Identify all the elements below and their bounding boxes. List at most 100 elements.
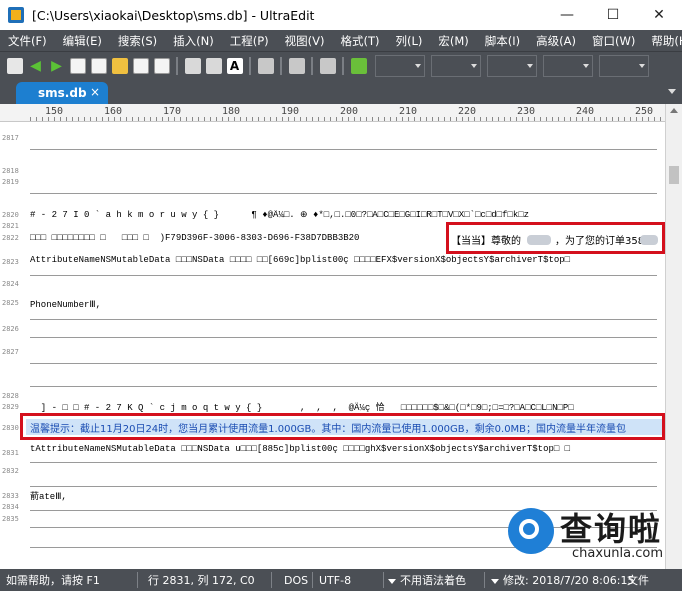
ultraedit-app-icon [8, 7, 24, 23]
watermark-domain: chaxunla.com [572, 546, 663, 561]
print-preview-icon[interactable] [205, 58, 222, 74]
toolbar-dropdown-4[interactable] [543, 55, 593, 77]
ruler-tick [342, 117, 343, 121]
ruler-tick [450, 117, 451, 121]
ruler-tick [510, 117, 511, 121]
ruler-tick [642, 117, 643, 121]
status-line-ending[interactable]: DOS [272, 574, 312, 587]
toolbar-dropdown-3[interactable] [487, 55, 537, 77]
ruler-label: 240 [576, 106, 595, 117]
ruler-tick [474, 117, 475, 121]
toolbar-dropdown-2[interactable] [431, 55, 481, 77]
new-file-icon[interactable] [69, 58, 86, 74]
tab-close-icon[interactable]: × [90, 85, 100, 99]
line-number: 2833 [2, 492, 19, 500]
save-all-icon[interactable] [153, 58, 170, 74]
ruler-tick [96, 117, 97, 121]
menu-edit[interactable]: 编辑(E) [55, 33, 110, 49]
menu-window[interactable]: 窗口(W) [584, 33, 643, 49]
save-file-icon[interactable] [132, 58, 149, 74]
watermark-text: 查询啦 [560, 510, 663, 548]
menu-advanced[interactable]: 高级(A) [528, 33, 584, 49]
line-number: 2821 [2, 222, 19, 230]
ruler-tick [60, 117, 61, 121]
toolbar-dropdown-5[interactable] [599, 55, 649, 77]
menu-project[interactable]: 工程(P) [222, 33, 277, 49]
ruler-tick [648, 117, 649, 121]
highlight-box-data-usage-sms [20, 413, 665, 440]
ruler-label: 150 [45, 106, 64, 117]
toolbar-separator [342, 57, 344, 75]
save-icon[interactable] [6, 58, 23, 74]
back-arrow-icon[interactable]: ◀ [28, 58, 44, 74]
status-syntax-dropdown[interactable]: 不用语法着色 [384, 572, 484, 588]
ruler-tick [174, 117, 175, 121]
close-button[interactable]: ✕ [636, 0, 682, 30]
columns-icon[interactable] [288, 58, 305, 74]
menu-help[interactable]: 帮助(H) [643, 33, 682, 49]
ruler-tick [372, 117, 373, 121]
dropdown-arrow-icon [491, 578, 499, 584]
ruler-tick [210, 117, 211, 121]
ruler-tick [204, 117, 205, 121]
ruler-tick [546, 117, 547, 121]
menu-column[interactable]: 列(L) [387, 33, 430, 49]
ruler-tick [462, 117, 463, 121]
hex-mode-icon[interactable] [350, 58, 367, 74]
tab-sms-db[interactable]: sms.db × [16, 82, 108, 104]
menu-format[interactable]: 格式(T) [332, 33, 387, 49]
ruler-tick [138, 117, 139, 121]
toolbar-dropdown-1[interactable] [375, 55, 425, 77]
watermark-logo: 查询啦 chaxunla.com [500, 500, 682, 569]
ruler-tick [444, 117, 445, 121]
ruler-tick [540, 117, 541, 121]
ruler-tick [660, 117, 661, 121]
list-icon[interactable] [257, 58, 274, 74]
ruler-tick [456, 117, 457, 121]
maximize-button[interactable]: ☐ [590, 0, 636, 30]
ruler-tick [486, 117, 487, 121]
ruler-tick [324, 117, 325, 121]
record-separator [30, 193, 657, 194]
copy-file-icon[interactable] [90, 58, 107, 74]
toolbar: ◀ ▶ A [0, 51, 682, 80]
line-number: 2831 [2, 449, 19, 457]
menu-bar: 文件(F) 编辑(E) 搜索(S) 插入(N) 工程(P) 视图(V) 格式(T… [0, 30, 682, 51]
status-position[interactable]: 行 2831, 列 172, C0 [138, 572, 271, 588]
menu-script[interactable]: 脚本(I) [477, 33, 528, 49]
ruler-label: 200 [340, 106, 359, 117]
text-line: PhoneNumberⅢ, [30, 300, 102, 310]
ruler-tick [108, 117, 109, 121]
tab-list-dropdown-icon[interactable] [668, 89, 676, 94]
ruler-tick [186, 117, 187, 121]
menu-view[interactable]: 视图(V) [277, 33, 333, 49]
ruler-tick [30, 117, 31, 121]
menu-search[interactable]: 搜索(S) [110, 33, 165, 49]
open-folder-icon[interactable] [111, 58, 128, 74]
line-number: 2825 [2, 299, 19, 307]
ruler-tick [492, 117, 493, 121]
line-number: 2820 [2, 211, 19, 219]
ruler-tick [390, 117, 391, 121]
line-number: 2828 [2, 392, 19, 400]
ruler-tick [270, 117, 271, 121]
menu-insert[interactable]: 插入(N) [165, 33, 222, 49]
ruler-tick [396, 117, 397, 121]
scroll-up-icon[interactable] [670, 108, 678, 113]
scrollbar-thumb[interactable] [669, 166, 679, 184]
forward-arrow-icon[interactable]: ▶ [49, 58, 65, 74]
wrap-icon[interactable] [319, 58, 336, 74]
ruler-tick [84, 117, 85, 121]
ruler-tick [198, 117, 199, 121]
ruler-tick [480, 117, 481, 121]
print-icon[interactable] [184, 58, 201, 74]
ruler-label: 210 [399, 106, 418, 117]
minimize-button[interactable]: — [544, 0, 590, 30]
status-encoding[interactable]: UTF-8 [313, 574, 383, 587]
watermark-q-icon [508, 508, 554, 554]
ruler-tick [294, 117, 295, 121]
menu-file[interactable]: 文件(F) [0, 33, 55, 49]
font-icon[interactable]: A [226, 58, 243, 74]
ruler-tick [606, 117, 607, 121]
menu-macro[interactable]: 宏(M) [430, 33, 476, 49]
